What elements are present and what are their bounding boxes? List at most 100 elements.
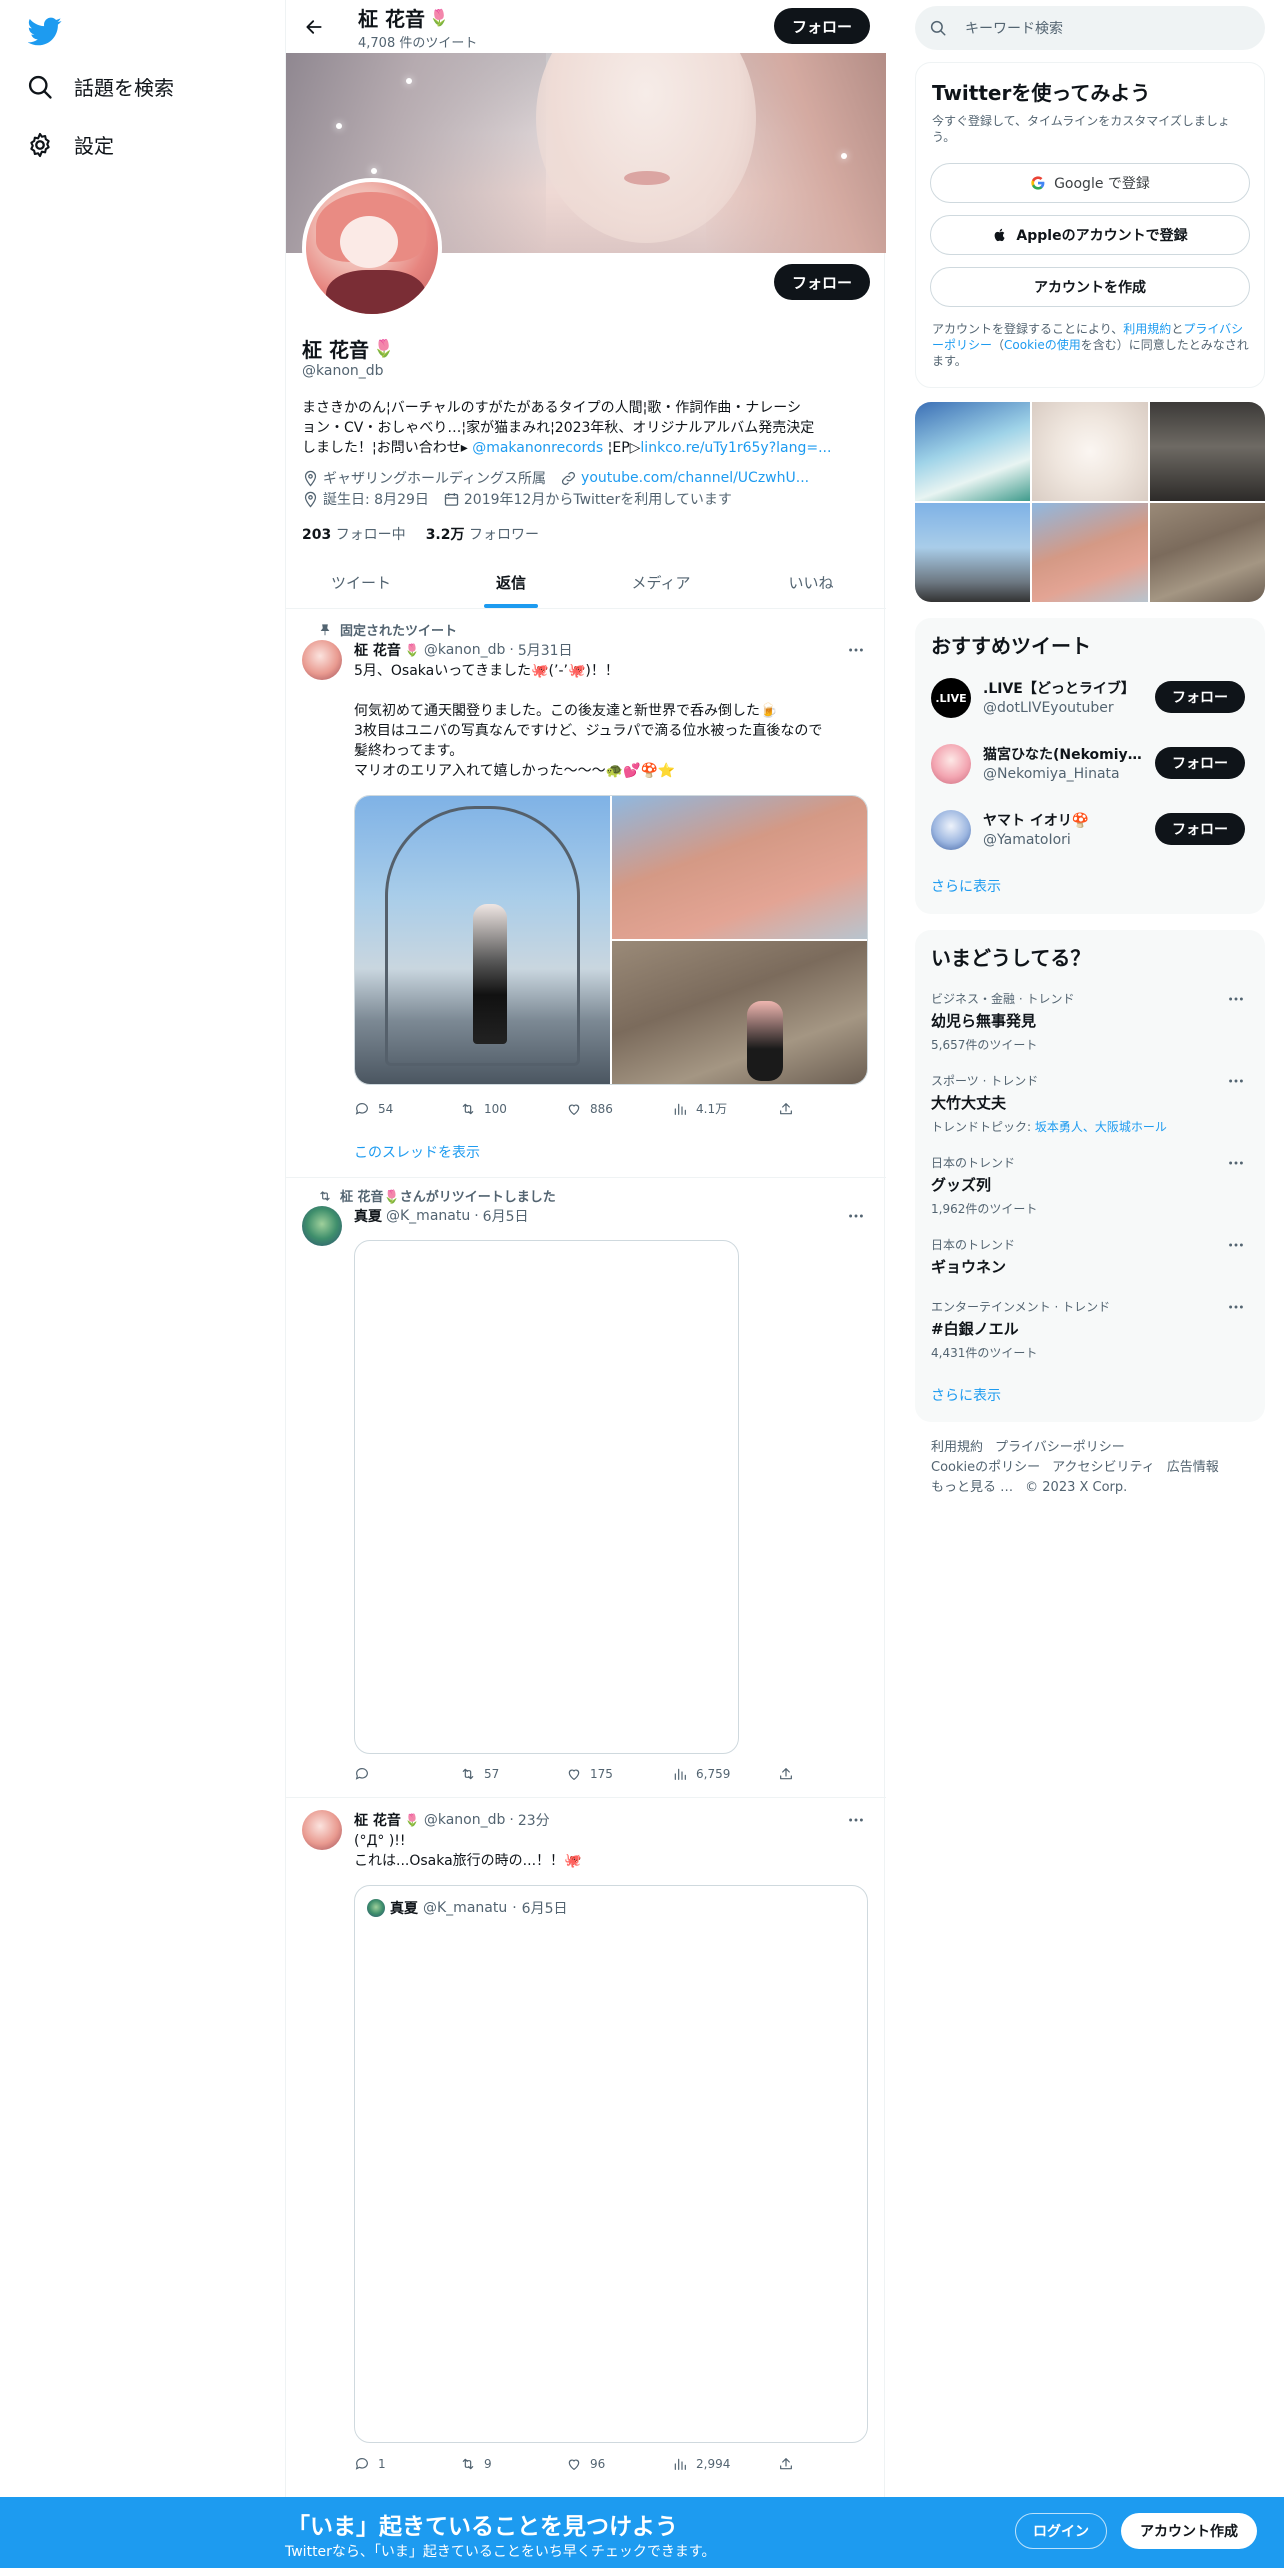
google-signup-button[interactable]: Google で登録 xyxy=(930,163,1250,203)
followers-label: フォロワー xyxy=(468,527,539,543)
tweet-date[interactable]: 5月31日 xyxy=(518,640,573,660)
more-options-icon[interactable] xyxy=(1227,1072,1245,1090)
footer-cookie-link[interactable]: Cookieのポリシー xyxy=(931,1460,1040,1475)
reco-account[interactable]: 猫宮ひなた(Nekomiya... @Nekomiya_Hinata フォロー xyxy=(931,742,1249,786)
views-button[interactable]: 6,759 xyxy=(672,1766,762,1782)
tweet-avatar[interactable] xyxy=(302,1810,342,1850)
trend-item[interactable]: ビジネス・金融 · トレンド 幼児ら無事発見 5,657件のツイート xyxy=(931,990,1249,1053)
more-options-icon[interactable] xyxy=(846,1206,866,1226)
reco-follow-button[interactable]: フォロー xyxy=(1155,813,1245,845)
gallery-photo[interactable] xyxy=(1149,402,1265,501)
tweet-author-name[interactable]: 柾 花音 xyxy=(354,640,401,660)
trend-category: 日本のトレンド xyxy=(931,1238,1016,1252)
header-follow-button[interactable]: フォロー xyxy=(774,8,870,44)
trend-item[interactable]: スポーツ · トレンド 大竹大丈夫 トレンドトピック: 坂本勇人、大阪城ホール xyxy=(931,1072,1249,1135)
cookie-link[interactable]: Cookieの使用 xyxy=(1004,338,1081,352)
footer-accessibility-link[interactable]: アクセシビリティ xyxy=(1052,1460,1155,1475)
reco-account[interactable]: ヤマト イオリ🍄 @YamatoIori フォロー xyxy=(931,808,1249,852)
like-button[interactable]: 96 xyxy=(566,2456,656,2472)
tweet-date[interactable]: 6月5日 xyxy=(483,1206,529,1226)
trends-show-more-link[interactable]: さらに表示 xyxy=(931,1385,1001,1405)
terms-link[interactable]: 利用規約 xyxy=(1123,322,1171,336)
gallery-photo[interactable] xyxy=(1032,503,1148,602)
profile-avatar[interactable] xyxy=(302,178,442,318)
link-icon xyxy=(560,470,577,487)
like-button[interactable]: 886 xyxy=(566,1100,656,1117)
tweet-author-name[interactable]: 柾 花音 xyxy=(354,1810,401,1830)
reco-follow-button[interactable]: フォロー xyxy=(1155,681,1245,713)
share-button[interactable] xyxy=(778,1766,794,1782)
trend-item[interactable]: 日本のトレンド グッズ列 1,962件のツイート xyxy=(931,1154,1249,1217)
tweet-article[interactable]: 柾 花音🌷さんがリツイートしました 真夏 @K_manatu · 6月5日 57… xyxy=(286,1178,886,1798)
retweet-button[interactable]: 100 xyxy=(460,1100,550,1117)
reply-button[interactable]: 54 xyxy=(354,1100,444,1117)
apple-signup-button[interactable]: Appleのアカウントで登録 xyxy=(930,215,1250,255)
following-label: フォロー中 xyxy=(335,527,406,543)
tab-media[interactable]: メディア xyxy=(586,556,736,608)
nav-settings[interactable]: 設定 xyxy=(26,130,114,159)
tab-tweets[interactable]: ツイート xyxy=(286,556,436,608)
gallery-photo[interactable] xyxy=(915,503,1031,602)
back-button[interactable] xyxy=(296,9,332,45)
quoted-tweet[interactable]: 真夏 @K_manatu · 6月5日 xyxy=(354,1885,868,2443)
tweet-article[interactable]: 固定されたツイート 柾 花音 🌷 @kanon_db · 5月31日 5月、Osa… xyxy=(286,610,886,1178)
gallery-photo[interactable] xyxy=(1032,402,1148,501)
gallery-photo[interactable] xyxy=(1149,503,1265,602)
like-button[interactable]: 175 xyxy=(566,1766,656,1782)
tweet-article[interactable]: 柾 花音 🌷 @kanon_db · 23分 (°Д° )!! これは...Osa… xyxy=(286,1798,886,2498)
tweet-author-name[interactable]: 真夏 xyxy=(354,1206,382,1226)
reply-button[interactable] xyxy=(354,1766,444,1782)
signup-button[interactable]: アカウント作成 xyxy=(1121,2513,1257,2549)
footer-privacy-link[interactable]: プライバシーポリシー xyxy=(995,1440,1125,1455)
more-options-icon[interactable] xyxy=(1227,1236,1245,1254)
bio-mention-link[interactable]: @makanonrecords xyxy=(472,440,603,456)
footer-ads-link[interactable]: 広告情報 xyxy=(1167,1460,1219,1475)
footer-terms-link[interactable]: 利用規約 xyxy=(931,1440,983,1455)
share-button[interactable] xyxy=(778,2456,794,2472)
login-button[interactable]: ログイン xyxy=(1015,2513,1107,2549)
reco-show-more-link[interactable]: さらに表示 xyxy=(931,876,1001,896)
tweet-video[interactable] xyxy=(354,1240,739,1754)
trend-item[interactable]: エンターテインメント · トレンド #白銀ノエル 4,431件のツイート xyxy=(931,1298,1249,1361)
profile-follow-button[interactable]: フォロー xyxy=(774,264,870,300)
share-button[interactable] xyxy=(778,1100,794,1117)
views-button[interactable]: 2,994 xyxy=(672,2456,762,2472)
reco-follow-button[interactable]: フォロー xyxy=(1155,747,1245,779)
create-account-button[interactable]: アカウントを作成 xyxy=(930,267,1250,307)
retweet-button[interactable]: 9 xyxy=(460,2456,550,2472)
views-button[interactable]: 4.1万 xyxy=(672,1100,762,1117)
trend-item[interactable]: 日本のトレンド ギョウネン xyxy=(931,1236,1249,1277)
search-input[interactable]: キーワード検索 xyxy=(915,6,1265,50)
reco-account[interactable]: .LIVE .LIVE【どっとライブ】 @dotLIVEyoutuber フォロ… xyxy=(931,676,1249,720)
bio-url-link[interactable]: linkco.re/uTy1r65y?lang=... xyxy=(640,440,831,456)
twitter-bird-icon[interactable] xyxy=(28,14,62,48)
tweet-photo[interactable] xyxy=(612,796,867,939)
footer-more-link[interactable]: もっと見る … xyxy=(931,1480,1013,1495)
nav-explore[interactable]: 話題を検索 xyxy=(26,72,174,101)
retweeted-by-label[interactable]: 柾 花音🌷さんがリツイートしました xyxy=(340,1186,556,1205)
tweet-avatar[interactable] xyxy=(302,640,342,680)
retweet-button[interactable]: 57 xyxy=(460,1766,550,1782)
reply-icon xyxy=(354,2456,370,2472)
tweet-date[interactable]: 23分 xyxy=(518,1810,550,1830)
tweet-photo[interactable] xyxy=(612,941,867,1084)
tab-likes[interactable]: いいね xyxy=(736,556,886,608)
trend-topic-link[interactable]: 坂本勇人、大阪城ホール xyxy=(1035,1120,1167,1134)
more-options-icon[interactable] xyxy=(1227,990,1245,1008)
tab-replies[interactable]: 返信 xyxy=(436,556,586,608)
more-options-icon[interactable] xyxy=(846,1810,866,1830)
header-name: 柾 花音 🌷 xyxy=(358,3,449,32)
following-link[interactable]: 203 フォロー中 xyxy=(302,524,406,544)
more-options-icon[interactable] xyxy=(846,640,866,660)
profile-website-link[interactable]: youtube.com/channel/UCzwhU... xyxy=(581,470,809,486)
followers-link[interactable]: 3.2万 フォロワー xyxy=(426,524,539,544)
tweet-photo[interactable] xyxy=(355,796,610,1084)
reco-avatar xyxy=(931,810,971,850)
gallery-photo[interactable] xyxy=(915,402,1031,501)
show-thread-link[interactable]: このスレッドを表示 xyxy=(354,1142,480,1162)
reply-button[interactable]: 1 xyxy=(354,2456,444,2472)
more-options-icon[interactable] xyxy=(1227,1298,1245,1316)
tweet-avatar[interactable] xyxy=(302,1206,342,1246)
tulip-emoji-icon: 🌷 xyxy=(372,338,395,359)
more-options-icon[interactable] xyxy=(1227,1154,1245,1172)
